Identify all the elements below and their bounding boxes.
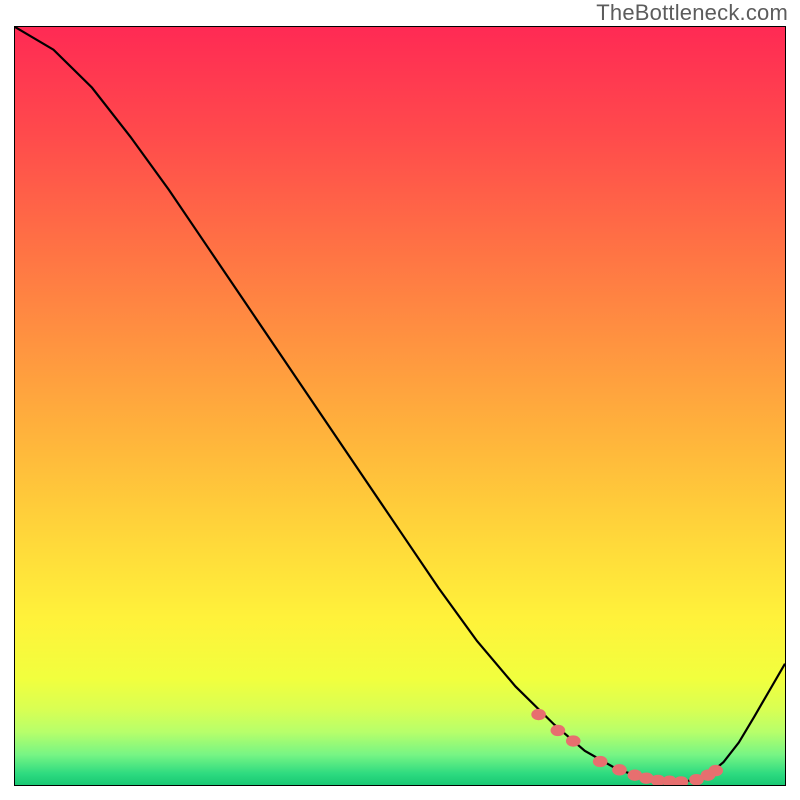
marker-dot: [566, 735, 581, 746]
marker-dot: [531, 709, 546, 720]
chart-container: TheBottleneck.com: [0, 0, 800, 800]
marker-dot: [612, 764, 627, 775]
plot-area: [14, 26, 786, 786]
marker-dot: [551, 725, 566, 736]
marker-group: [15, 27, 785, 785]
marker-dot: [674, 776, 689, 785]
marker-dot: [593, 756, 608, 767]
watermark-text: TheBottleneck.com: [596, 0, 788, 26]
marker-dot: [708, 765, 723, 776]
